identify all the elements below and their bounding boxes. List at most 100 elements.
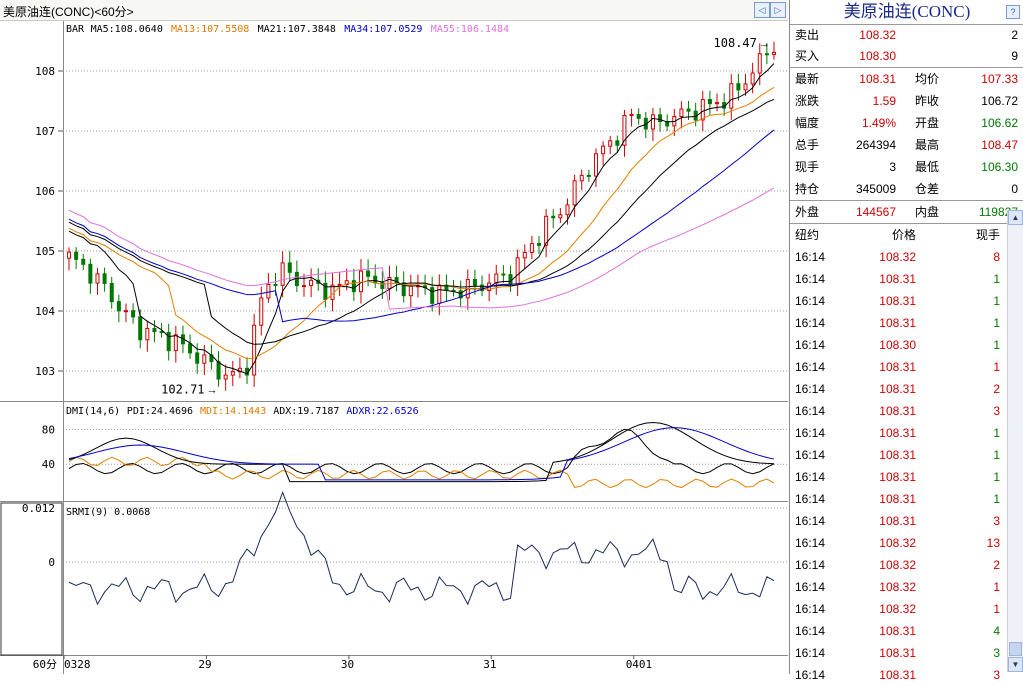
trade-time: 16:14: [795, 272, 826, 286]
trade-list[interactable]: 纽约 价格 现手 16:14 108.32 8 16:14 108.31 1 16:14 10…: [790, 223, 1023, 686]
orderbook-ask: 卖出 108.32 2: [790, 25, 1023, 46]
quote-value: 1.49%: [861, 116, 896, 130]
trade-time: 16:14: [795, 558, 826, 572]
candle-body: [430, 287, 435, 304]
trade-row[interactable]: 16:14 108.32 1: [790, 598, 1023, 620]
candle-body: [508, 274, 513, 285]
candle-body: [95, 273, 100, 284]
trade-row[interactable]: 16:14 108.32 2: [790, 554, 1023, 576]
candle-body: [522, 251, 527, 259]
trade-row[interactable]: 16:14 108.32 1: [790, 576, 1023, 598]
trade-price: 108.32: [879, 250, 916, 264]
trade-qty: 3: [993, 514, 1000, 528]
trade-qty: 1: [993, 294, 1000, 308]
trade-scrollbar[interactable]: ▲ ▼: [1007, 210, 1023, 672]
candle-body: [757, 53, 762, 74]
trade-row[interactable]: 16:14 108.31 3: [790, 664, 1023, 686]
trade-price: 108.31: [879, 404, 916, 418]
next-arrow-icon[interactable]: ▷: [770, 2, 786, 18]
trade-price: 108.30: [879, 338, 916, 352]
candle-body: [743, 83, 748, 91]
candle-body: [351, 280, 356, 293]
quote-label: 最低: [915, 160, 940, 174]
quote-value: 264394: [855, 138, 896, 152]
trade-qty: 1: [993, 360, 1000, 374]
candle-body: [544, 215, 549, 246]
candle-body: [116, 301, 121, 312]
trade-time: 16:14: [795, 338, 826, 352]
quote-row: 幅度 1.49% 开盘 106.62: [790, 112, 1023, 134]
kline-chart[interactable]: 108 107 106 105 104 103 BAR MA5:108.0640 MA13:10…: [0, 21, 788, 674]
scroll-up-icon[interactable]: ▲: [1008, 210, 1023, 225]
trade-row[interactable]: 16:14 108.31 1: [790, 268, 1023, 290]
quote-value: 0: [1011, 182, 1018, 196]
quote-row: 总手 264394 最高 108.47: [790, 134, 1023, 156]
trade-price: 108.31: [879, 272, 916, 286]
candle-body: [629, 113, 634, 116]
trade-row[interactable]: 16:14 108.32 13: [790, 532, 1023, 554]
header-time: 纽约: [795, 228, 820, 242]
bid-label: 买入: [795, 49, 820, 63]
low-price-label: 102.71: [161, 382, 204, 396]
trade-row[interactable]: 16:14 108.31 3: [790, 510, 1023, 532]
trade-row[interactable]: 16:14 108.31 1: [790, 290, 1023, 312]
quote-value: 107.33: [981, 72, 1018, 86]
trade-time: 16:14: [795, 316, 826, 330]
trade-row[interactable]: 16:14 108.31 1: [790, 444, 1023, 466]
high-arrow-icon: →: [759, 38, 770, 50]
candle-body: [750, 72, 755, 85]
trade-row[interactable]: 16:14 108.31 3: [790, 642, 1023, 664]
candle-body: [366, 270, 371, 277]
trade-row[interactable]: 16:14 108.30 1: [790, 334, 1023, 356]
candle-body: [586, 174, 591, 177]
quote-value: 345009: [855, 182, 896, 196]
trade-row[interactable]: 16:14 108.31 1: [790, 488, 1023, 510]
candle-body: [230, 371, 235, 376]
quote-value: 106.72: [981, 94, 1018, 108]
candle-body: [302, 285, 306, 288]
trade-row[interactable]: 16:14 108.31 1: [790, 356, 1023, 378]
quote-row: 现手 3 最低 106.30: [790, 156, 1023, 178]
quote-label: 幅度: [795, 116, 820, 130]
quote-label: 涨跌: [795, 94, 820, 108]
trade-qty: 4: [993, 624, 1000, 638]
candle-body: [81, 258, 86, 265]
trade-row[interactable]: 16:14 108.31 4: [790, 620, 1023, 642]
dmi-legend-item: PDI:24.4696: [127, 406, 193, 417]
trade-time: 16:14: [795, 580, 826, 594]
candle-body: [608, 140, 613, 147]
candle-body: [223, 374, 228, 380]
trade-price: 108.31: [879, 360, 916, 374]
candle-body: [159, 331, 164, 334]
prev-arrow-icon[interactable]: ◁: [754, 2, 770, 18]
candle-body: [216, 361, 221, 380]
trade-row[interactable]: 16:14 108.31 2: [790, 378, 1023, 400]
candle-body: [88, 263, 93, 284]
quote-value: 3: [889, 160, 896, 174]
help-icon[interactable]: ?: [1006, 5, 1020, 19]
trade-price: 108.31: [879, 448, 916, 462]
trade-row[interactable]: 16:14 108.31 1: [790, 312, 1023, 334]
trade-price: 108.31: [879, 316, 916, 330]
srmi-legend: SRMI(9) 0.0068: [66, 507, 150, 518]
candle-body: [437, 284, 442, 304]
chart-bg: [0, 21, 788, 674]
candle-body: [138, 316, 143, 341]
scroll-down-icon[interactable]: ▼: [1008, 657, 1023, 672]
candle-body: [472, 279, 477, 286]
price-tick-label: 104: [35, 305, 55, 318]
trade-qty: 1: [993, 602, 1000, 616]
trade-row[interactable]: 16:14 108.31 1: [790, 422, 1023, 444]
scroll-thumb[interactable]: [1009, 642, 1022, 656]
trade-qty: 1: [993, 448, 1000, 462]
trade-row[interactable]: 16:14 108.31 3: [790, 400, 1023, 422]
srmi-tick-label: 0: [48, 556, 55, 569]
trade-row[interactable]: 16:14 108.31 1: [790, 466, 1023, 488]
trade-time: 16:14: [795, 360, 826, 374]
ma-legend-item: BAR: [66, 24, 85, 35]
trade-row[interactable]: 16:14 108.32 8: [790, 246, 1023, 268]
low-arrow-icon: →: [207, 384, 218, 396]
dmi-legend-item: MDI:14.1443: [200, 406, 266, 417]
candle-body: [109, 282, 114, 303]
srmi-tick-label: 0.012: [22, 502, 55, 515]
